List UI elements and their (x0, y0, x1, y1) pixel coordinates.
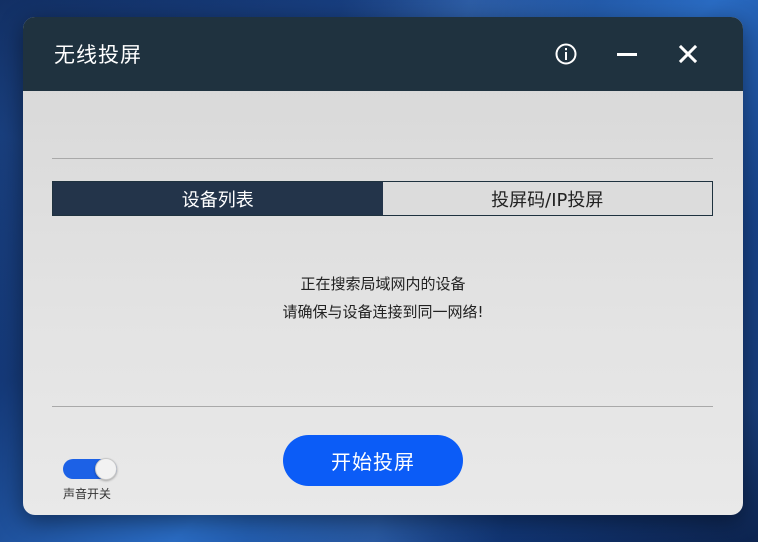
top-divider (52, 158, 713, 159)
sound-toggle[interactable] (63, 458, 117, 480)
tab-cast-code-ip[interactable]: 投屏码/IP投屏 (382, 182, 712, 215)
tab-device-list[interactable]: 设备列表 (53, 182, 383, 215)
toggle-knob (95, 458, 117, 480)
close-button[interactable] (673, 39, 703, 69)
close-icon (678, 44, 698, 64)
window-title: 无线投屏 (54, 43, 142, 67)
bottom-divider (52, 406, 713, 407)
start-cast-button[interactable]: 开始投屏 (283, 435, 463, 486)
info-icon (555, 43, 577, 65)
sound-toggle-label: 声音开关 (63, 487, 112, 501)
searching-message: 正在搜索局域网内的设备 (300, 275, 466, 293)
minimize-icon (617, 53, 637, 56)
title-bar: 无线投屏 (23, 17, 743, 91)
tab-bar: 设备列表 投屏码/IP投屏 (52, 181, 713, 216)
minimize-button[interactable] (612, 39, 642, 69)
network-hint-message: 请确保与设备连接到同一网络! (282, 303, 484, 321)
info-button[interactable] (551, 39, 581, 69)
cast-window: 无线投屏 设备列表 投屏码/IP投屏 正在搜索局域网内的设备 请确保与设备连接到… (23, 17, 743, 515)
